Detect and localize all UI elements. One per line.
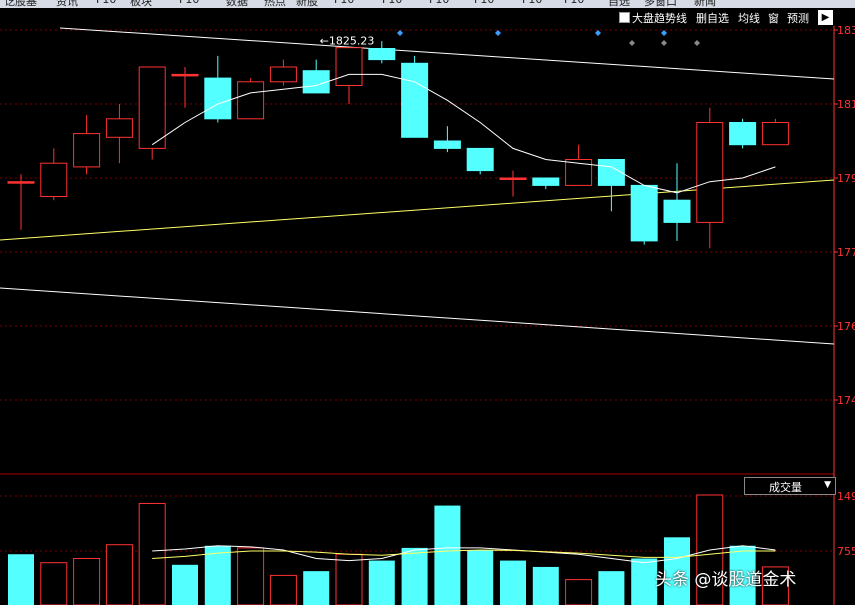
candle-body-down bbox=[729, 122, 757, 146]
volume-bar-down bbox=[467, 550, 494, 605]
volume-bar-down bbox=[303, 571, 330, 605]
volume-bar-up bbox=[335, 553, 363, 605]
volume-bar-up bbox=[138, 502, 166, 605]
candle-doji bbox=[171, 73, 199, 77]
volume-bar-down bbox=[434, 505, 461, 605]
volume-bar-up bbox=[269, 574, 297, 605]
candle-body-up bbox=[237, 81, 265, 120]
candle-body-up bbox=[138, 66, 166, 149]
y-tick-label: 176 bbox=[837, 320, 855, 333]
event-marker-icon bbox=[661, 40, 667, 46]
y-tick-label: 181 bbox=[837, 98, 855, 111]
volume-bar-up bbox=[40, 562, 68, 605]
event-marker-icon bbox=[661, 30, 667, 36]
volume-indicator-select[interactable]: 成交量 ▼ bbox=[744, 477, 836, 495]
y-tick-label: 183 bbox=[837, 24, 855, 37]
candle-body-down bbox=[368, 48, 396, 61]
candle-body-down bbox=[204, 77, 232, 120]
candle-body-down bbox=[433, 140, 461, 149]
volume-bar-up bbox=[73, 557, 101, 605]
kline-chart: 183 181 179 177 176 174 149 755 ←1825.23 bbox=[0, 24, 855, 605]
y-tick-label: 174 bbox=[837, 394, 855, 407]
watermark: 头条 @谈股道金术 bbox=[655, 570, 797, 590]
event-marker-icon bbox=[397, 30, 403, 36]
candle-body-up bbox=[696, 122, 724, 223]
candle-body-down bbox=[630, 184, 658, 242]
channel-upper-line bbox=[59, 27, 835, 80]
volume-tick-label: 149 bbox=[837, 490, 855, 503]
candle-body-down bbox=[532, 177, 560, 186]
peak-annotation: ←1825.23 bbox=[320, 35, 375, 48]
candle-body-up bbox=[40, 162, 68, 197]
candle-body-up bbox=[269, 66, 297, 83]
candle-body-down bbox=[466, 147, 494, 172]
event-marker-icon bbox=[595, 30, 601, 36]
volume-select-label: 成交量 bbox=[769, 481, 802, 494]
volume-bar-down bbox=[172, 564, 198, 605]
volume-bar-down bbox=[532, 566, 559, 605]
candle-body-up bbox=[761, 122, 789, 146]
volume-bar-down bbox=[204, 545, 231, 605]
channel-lower-line bbox=[0, 287, 835, 345]
candle-body-up bbox=[73, 133, 101, 168]
y-tick-label: 177 bbox=[837, 246, 855, 259]
volume-bar-down bbox=[500, 560, 526, 605]
candle-doji bbox=[499, 177, 527, 180]
y-tick-label: 179 bbox=[837, 172, 855, 185]
volume-tick-label: 755 bbox=[837, 545, 855, 558]
candle-doji bbox=[7, 181, 35, 184]
volume-bar-up bbox=[237, 547, 265, 605]
volume-bar-up bbox=[105, 544, 133, 605]
volume-bar-up bbox=[565, 579, 593, 605]
volume-bar-down bbox=[401, 547, 428, 605]
event-marker-icon bbox=[629, 40, 635, 46]
candle-body-up bbox=[105, 118, 133, 138]
chevron-down-icon: ▼ bbox=[824, 480, 831, 490]
candle-body-down bbox=[663, 199, 691, 223]
candle-body-down bbox=[302, 70, 330, 94]
candle-body-up bbox=[335, 47, 363, 86]
event-marker-icon bbox=[694, 40, 700, 46]
event-marker-icon bbox=[495, 30, 501, 36]
volume-bar-down bbox=[631, 558, 658, 605]
candle-body-down bbox=[401, 62, 429, 138]
volume-bar-down bbox=[8, 554, 34, 605]
volume-bar-down bbox=[598, 571, 625, 605]
volume-bar-down bbox=[368, 560, 395, 605]
